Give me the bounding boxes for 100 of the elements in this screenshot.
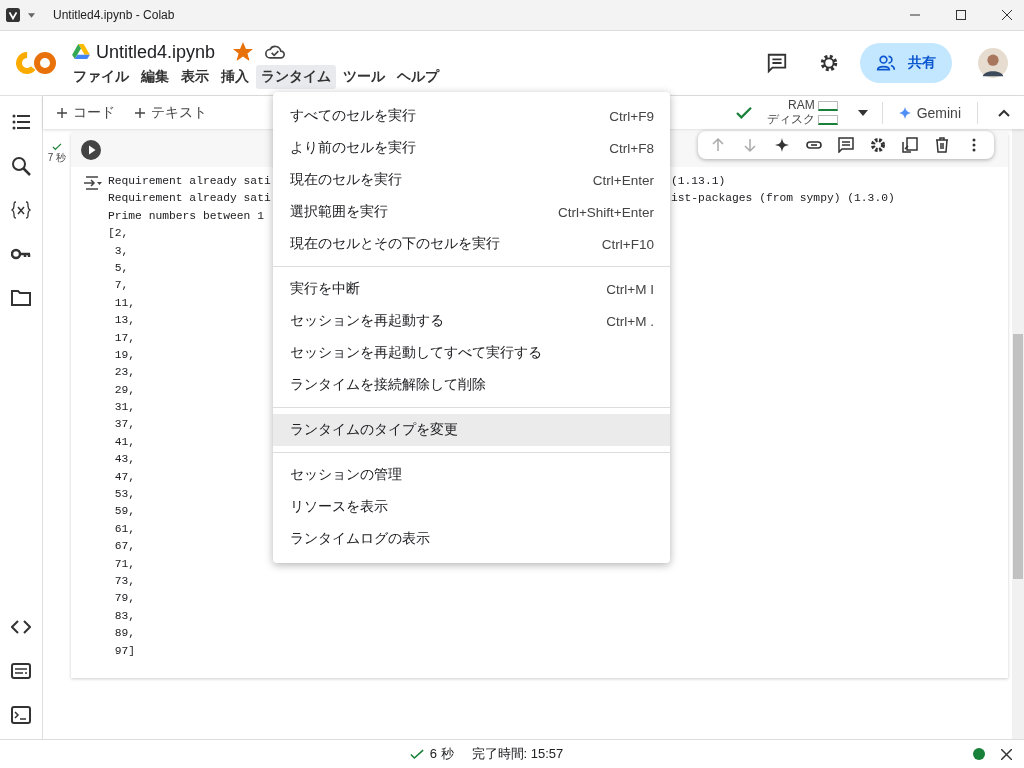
output-options-icon[interactable] [83,175,103,191]
add-text-button[interactable]: テキスト [129,103,213,122]
shortcut-text: Ctrl+M . [606,313,654,329]
output-line: 83, [113,608,136,624]
colab-logo-icon[interactable] [16,51,56,75]
output-line: 59, [113,504,136,520]
terminal-icon[interactable] [11,705,31,725]
menu-item[interactable]: セッションの管理 [273,459,670,491]
output-line: 7, [113,278,129,294]
sparkle-icon [898,106,911,119]
finish-time: 完了時間: 15:57 [471,745,564,763]
menu-item[interactable]: 現在のセルとその下のセルを実行 Ctrl+F10 [273,228,670,260]
menu-item[interactable]: ランタイム [256,64,336,89]
menu-item[interactable]: すべてのセルを実行 Ctrl+F9 [273,100,670,132]
menu-item[interactable]: ランタイムのタイプを変更 [273,414,670,446]
menu-item-label: 実行を中断 [290,280,360,298]
menu-item-label: リソースを表示 [290,498,388,516]
output-line: 17, [113,330,136,346]
mirror-cell-icon[interactable] [902,137,918,153]
share-button[interactable]: 共有 [860,43,952,83]
delete-icon[interactable] [934,137,950,153]
output-line: [2, [108,226,129,242]
output-line: ist-packages (from sympy) (1.3.0) [671,191,895,207]
scrollbar[interactable] [1012,129,1024,739]
maximize-icon[interactable] [956,10,966,20]
comment-icon[interactable] [838,137,854,153]
shortcut-text: Ctrl+M I [606,281,654,297]
menu-item[interactable]: セッションを再起動してすべて実行する [273,337,670,369]
output-line: 37, [113,417,136,433]
search-icon[interactable] [11,156,31,176]
plus-icon [135,107,145,118]
browser-logo-icon[interactable] [6,8,20,22]
menu-item[interactable]: 実行を中断 Ctrl+M I [273,273,670,305]
menu-item-label: 現在のセルとその下のセルを実行 [290,235,500,253]
drive-icon[interactable] [72,44,90,60]
shortcut-text: Ctrl+Shift+Enter [557,204,654,220]
menu-item[interactable]: 挿入 [216,64,254,89]
menu-item-label: セッションを再起動する [290,312,444,330]
table-of-contents-icon[interactable] [11,112,31,132]
variables-icon[interactable] [11,200,31,220]
menu-item[interactable]: ファイル [68,64,134,89]
menu-item[interactable]: ランタイムを接続解除して削除 [273,369,670,401]
output-line: 43, [113,452,136,468]
star-icon[interactable] [233,42,254,62]
menu-item-label: セッションの管理 [290,466,402,484]
gemini-button[interactable]: Gemini [882,104,977,121]
comment-icon[interactable] [766,52,788,74]
shortcut-text: Ctrl+F10 [601,236,654,252]
settings-icon[interactable] [870,137,886,153]
run-button[interactable] [81,140,101,160]
menu-item-label: すべてのセルを実行 [290,107,416,125]
menu-item-label: より前のセルを実行 [290,139,416,157]
output-line: 3, [113,243,129,259]
folder-icon[interactable] [11,288,31,308]
output-line: 23, [113,365,136,381]
output-line: 19, [113,347,136,363]
menu-item[interactable]: 表示 [176,64,214,89]
menu-item[interactable]: ツール [338,64,390,89]
close-icon[interactable] [1001,748,1012,760]
menu-item-label: 選択範囲を実行 [290,203,388,221]
menu-item[interactable]: ヘルプ [392,64,444,89]
ram-meter [817,100,838,111]
avatar[interactable] [978,48,1008,78]
settings-icon[interactable] [818,52,840,74]
menu-item[interactable]: 編集 [136,64,174,89]
collapse-icon[interactable] [998,108,1010,117]
menu-item[interactable]: 選択範囲を実行 Ctrl+Shift+Enter [273,196,670,228]
menu-item[interactable]: 現在のセルを実行 Ctrl+Enter [273,164,670,196]
menu-item-label: ランタイムログの表示 [290,530,430,548]
output-line: 79, [113,591,136,607]
output-line: 31, [113,400,136,416]
output-line: 73, [113,574,136,589]
plus-icon [57,107,67,118]
notebook-name[interactable]: Untitled4.ipynb [96,41,216,63]
shortcut-text: Ctrl+F9 [609,108,654,124]
duration-text: 6 秒 [429,745,454,763]
close-icon[interactable] [1002,10,1012,20]
output-line: Prime numbers between 1 [108,208,264,224]
output-line: (1.13.1) [671,174,726,189]
dropdown-caret-icon[interactable] [857,109,868,116]
output-line: 29, [113,382,136,398]
shortcut-text: Ctrl+F8 [609,140,654,156]
window-title: Untitled4.ipynb - Colab [53,8,175,22]
sparkle-icon[interactable] [774,137,790,153]
menu-item[interactable]: リソースを表示 [273,491,670,523]
menu-item-label: セッションを再起動してすべて実行する [290,344,542,362]
output-line: 67, [113,539,136,555]
menu-item[interactable]: セッションを再起動する Ctrl+M . [273,305,670,337]
menu-item[interactable]: ランタイムログの表示 [273,523,670,555]
output-line: 47, [113,469,136,485]
output-line: 71, [113,556,136,572]
command-palette-icon[interactable] [11,661,31,681]
caret-icon[interactable] [28,12,35,18]
add-code-button[interactable]: コード [51,103,121,122]
output-line: 13, [113,313,136,329]
output-line: 53, [113,487,136,503]
output-line: Requirement already sati [108,174,271,189]
menu-item-label: ランタイムを接続解除して削除 [290,376,486,394]
shortcut-text: Ctrl+Enter [592,172,654,188]
output-line: 5, [113,260,129,276]
